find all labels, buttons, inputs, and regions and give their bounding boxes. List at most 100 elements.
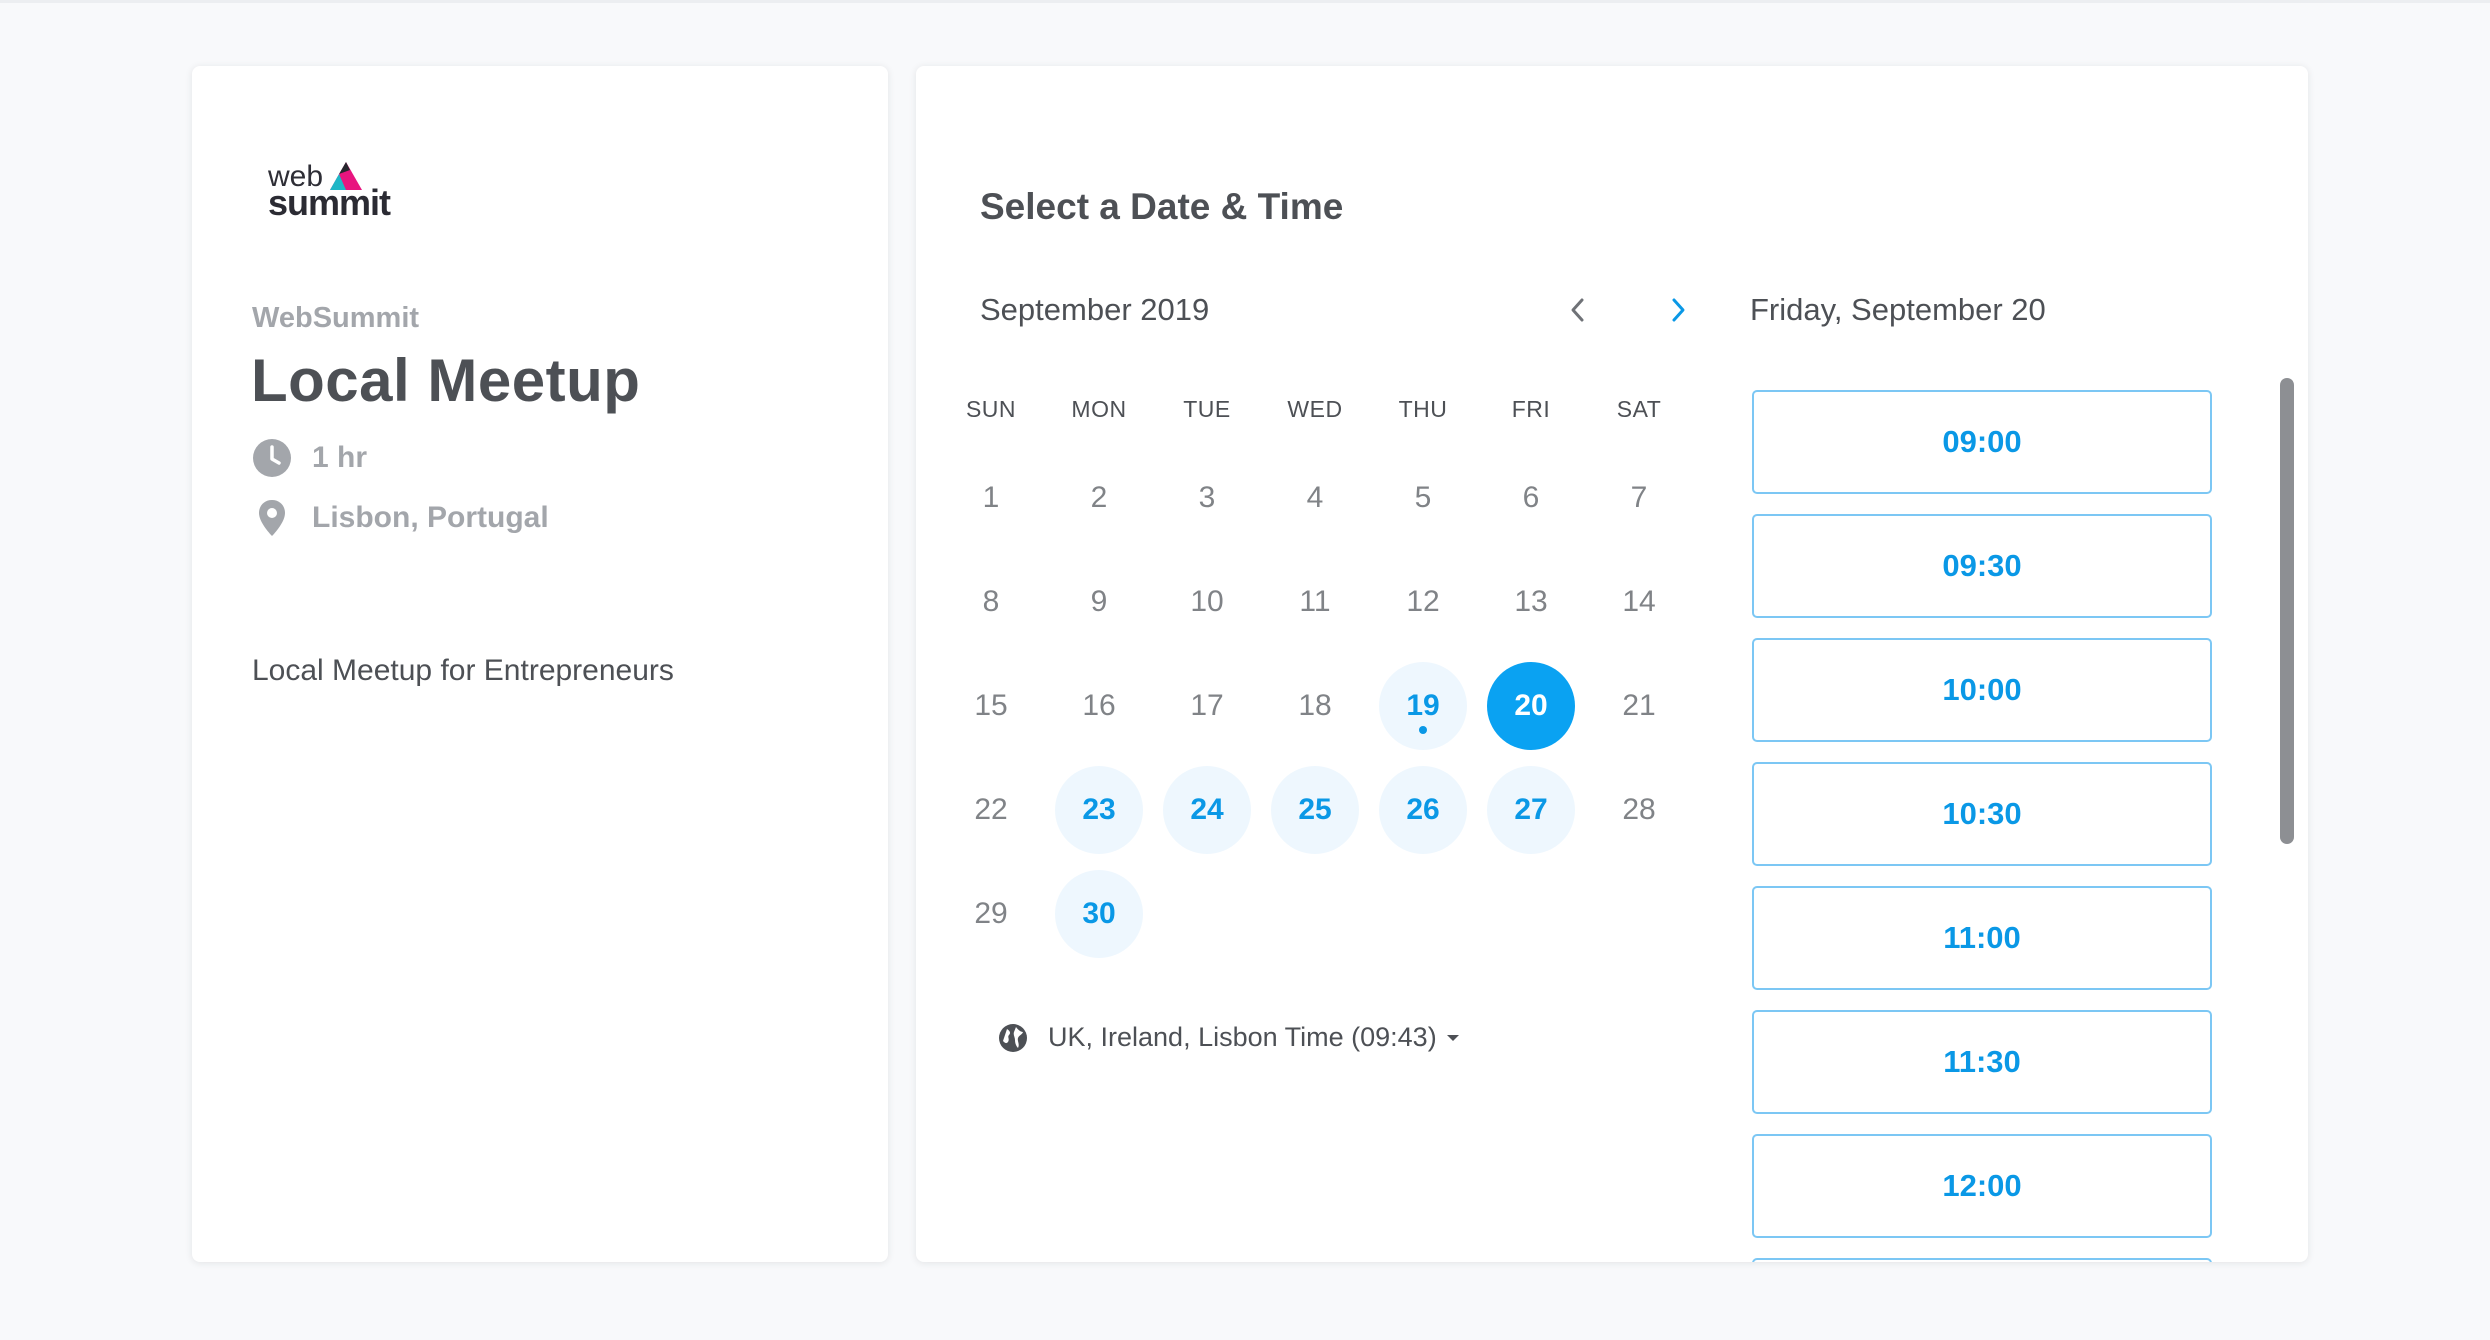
day-number: 30 — [1082, 897, 1116, 930]
calendar-day[interactable]: 19 — [1379, 662, 1467, 750]
calendar-day: 3 — [1163, 454, 1251, 542]
day-number: 5 — [1414, 481, 1432, 514]
calendar-day: 9 — [1055, 558, 1143, 646]
weekday-sat: SAT — [1616, 396, 1662, 422]
next-month-button[interactable] — [1654, 286, 1702, 334]
time-slot-button[interactable]: 11:30 — [1752, 1010, 2212, 1114]
calendar-day[interactable]: 26 — [1379, 766, 1467, 854]
day-number: 26 — [1406, 793, 1440, 826]
time-slot-button[interactable]: 09:30 — [1752, 514, 2212, 618]
time-slot-button[interactable]: 11:00 — [1752, 886, 2212, 990]
day-number: 14 — [1622, 585, 1656, 618]
calendar-day: 11 — [1271, 558, 1359, 646]
calendar-day: 4 — [1271, 454, 1359, 542]
day-number: 29 — [974, 897, 1008, 930]
day-number: 21 — [1622, 689, 1656, 722]
time-slot-button[interactable]: 12:30 — [1752, 1258, 2212, 1262]
calendar-day: 12 — [1379, 558, 1467, 646]
calendar-day[interactable]: 23 — [1055, 766, 1143, 854]
calendar-day: 6 — [1487, 454, 1575, 542]
day-number: 28 — [1622, 793, 1656, 826]
calendar-day-selected[interactable]: 20 — [1487, 662, 1575, 750]
calendar-day: 22 — [947, 766, 1035, 854]
day-number: 15 — [974, 689, 1008, 722]
calendar-day: 14 — [1595, 558, 1683, 646]
calendar-day: 1 — [947, 454, 1035, 542]
event-title: Local Meetup — [251, 347, 641, 414]
day-number: 25 — [1298, 793, 1332, 826]
picker-title: Select a Date & Time — [980, 186, 1344, 227]
time-slot-button[interactable]: 10:00 — [1752, 638, 2212, 742]
calendar-day: 28 — [1595, 766, 1683, 854]
calendar-day: 7 — [1595, 454, 1683, 542]
day-number: 19 — [1406, 689, 1440, 722]
calendar-day: 29 — [947, 870, 1035, 958]
day-number: 18 — [1298, 689, 1332, 722]
month-label: September 2019 — [980, 292, 1210, 327]
prev-month-button[interactable] — [1554, 286, 1602, 334]
weekday-sun: SUN — [965, 396, 1017, 422]
day-number: 2 — [1090, 481, 1108, 514]
day-number: 3 — [1198, 481, 1216, 514]
today-indicator-dot — [1419, 726, 1427, 734]
weekday-mon: MON — [1071, 396, 1127, 422]
clock-icon — [253, 439, 291, 477]
globe-icon — [999, 1023, 1027, 1052]
time-slot-button[interactable]: 09:00 — [1752, 390, 2212, 494]
day-number: 8 — [982, 585, 1000, 618]
timezone-label: UK, Ireland, Lisbon Time (09:43) — [1048, 1022, 1437, 1052]
day-number: 22 — [974, 793, 1008, 826]
organizer-name: WebSummit — [252, 302, 420, 334]
day-number: 17 — [1190, 689, 1224, 722]
map-pin-icon — [259, 500, 285, 536]
calendar-day: 10 — [1163, 558, 1251, 646]
day-number: 10 — [1190, 585, 1224, 618]
timezone-selector[interactable]: UK, Ireland, Lisbon Time (09:43) — [998, 1022, 1461, 1053]
caret-down-icon — [1446, 1034, 1459, 1041]
calendar-day[interactable]: 30 — [1055, 870, 1143, 958]
chevron-left-icon — [1571, 298, 1584, 322]
event-duration: 1 hr — [252, 438, 367, 478]
day-number: 20 — [1514, 689, 1548, 722]
calendar-day[interactable]: 24 — [1163, 766, 1251, 854]
weekday-tue: TUE — [1183, 396, 1231, 422]
websummit-logo: web summit — [268, 160, 408, 224]
calendar-day: 18 — [1271, 662, 1359, 750]
calendar-day: 21 — [1595, 662, 1683, 750]
duration-text: 1 hr — [312, 441, 368, 474]
day-number: 13 — [1514, 585, 1548, 618]
calendar-day: 2 — [1055, 454, 1143, 542]
scrollbar-thumb[interactable] — [2280, 378, 2294, 844]
day-number: 11 — [1299, 585, 1331, 618]
weekday-fri: FRI — [1511, 396, 1551, 422]
calendar-day: 15 — [947, 662, 1035, 750]
day-number: 12 — [1406, 585, 1440, 618]
time-slot-list[interactable]: 09:00 09:30 10:00 10:30 11:00 11:30 12:00 12:30 — [1750, 322, 2212, 1262]
calendar-day: 13 — [1487, 558, 1575, 646]
day-number: 23 — [1082, 793, 1116, 826]
day-number: 6 — [1522, 481, 1540, 514]
day-number: 16 — [1082, 689, 1116, 722]
day-number: 9 — [1090, 585, 1108, 618]
event-description: Local Meetup for Entrepreneurs — [252, 654, 674, 687]
location-text: Lisbon, Portugal — [312, 501, 549, 534]
weekday-wed: WED — [1287, 396, 1343, 422]
calendar-day[interactable]: 25 — [1271, 766, 1359, 854]
day-number: 24 — [1190, 793, 1224, 826]
slots-scrollbar[interactable] — [2280, 314, 2294, 1262]
time-slot-button[interactable]: 12:00 — [1752, 1134, 2212, 1238]
day-number: 7 — [1630, 481, 1648, 514]
chevron-right-icon — [1672, 298, 1685, 322]
logo-text-summit: summit — [268, 182, 391, 223]
day-number: 27 — [1514, 793, 1548, 826]
calendar-day: 5 — [1379, 454, 1467, 542]
time-slot-button[interactable]: 10:30 — [1752, 762, 2212, 866]
calendar-day[interactable]: 27 — [1487, 766, 1575, 854]
calendar-day: 17 — [1163, 662, 1251, 750]
event-details-panel: web summit WebSummit Local Meetup 1 hr L… — [192, 66, 888, 1262]
weekday-thu: THU — [1398, 396, 1448, 422]
top-edge — [0, 0, 2490, 3]
day-number: 1 — [982, 481, 1000, 514]
event-location: Lisbon, Portugal — [252, 498, 549, 538]
day-number: 4 — [1306, 481, 1324, 514]
